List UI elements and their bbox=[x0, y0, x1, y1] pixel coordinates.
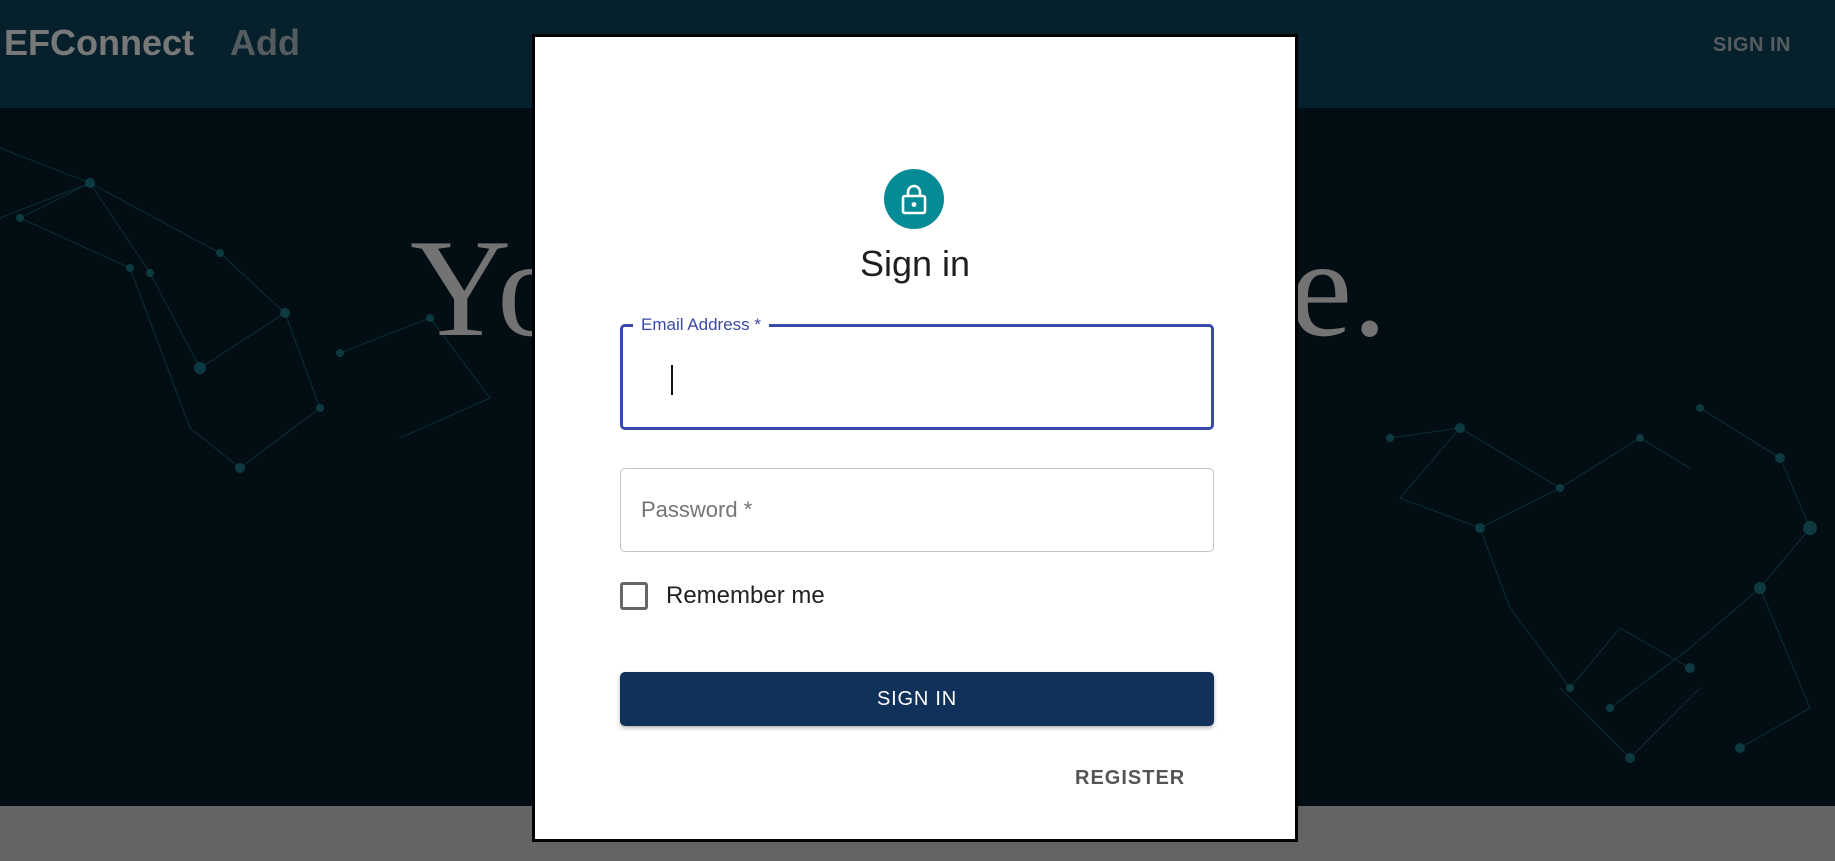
password-input[interactable] bbox=[641, 489, 1181, 531]
lock-avatar bbox=[884, 169, 944, 229]
sign-in-dialog: Sign in Email Address * Remember me SIGN… bbox=[532, 34, 1298, 842]
remember-me-label[interactable]: Remember me bbox=[666, 582, 825, 610]
remember-me-row[interactable]: Remember me bbox=[620, 580, 825, 612]
remember-me-checkbox[interactable] bbox=[620, 582, 648, 610]
email-input[interactable] bbox=[671, 357, 1151, 401]
lock-icon bbox=[901, 184, 927, 215]
email-field-label: Email Address * bbox=[633, 315, 769, 335]
register-link[interactable]: REGISTER bbox=[1075, 767, 1185, 790]
dialog-title: Sign in bbox=[859, 243, 971, 284]
email-field[interactable]: Email Address * bbox=[620, 315, 1214, 430]
sign-in-button[interactable]: SIGN IN bbox=[620, 672, 1214, 726]
password-field[interactable] bbox=[620, 468, 1214, 552]
